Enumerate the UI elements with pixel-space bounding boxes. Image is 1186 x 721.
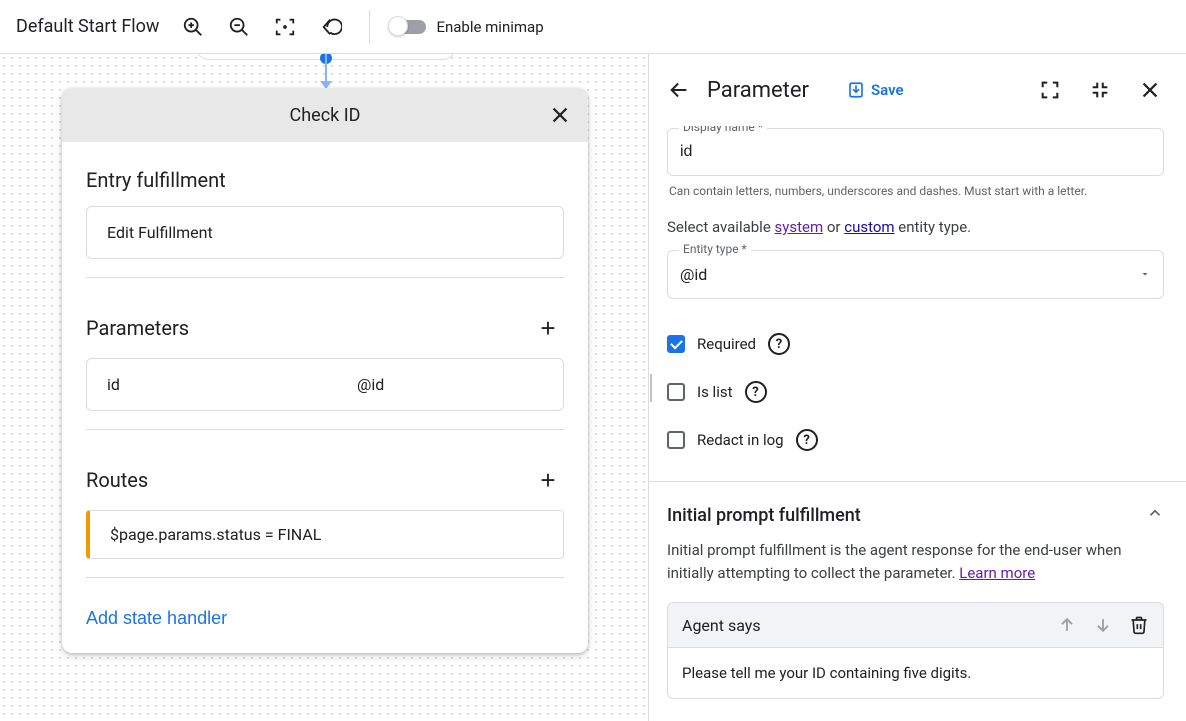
chevron-up-icon — [1146, 504, 1164, 527]
custom-entity-link[interactable]: custom — [844, 218, 894, 236]
exit-fullscreen-icon[interactable] — [1082, 72, 1118, 108]
required-checkbox[interactable] — [667, 335, 685, 353]
parameter-panel: Parameter Save Display name * — [648, 54, 1186, 721]
zoom-out-icon[interactable] — [221, 9, 257, 45]
panel-header: Parameter Save — [649, 54, 1186, 126]
route-expression: $page.params.status = FINAL — [110, 525, 321, 544]
panel-body: Display name * Can contain letters, numb… — [649, 126, 1186, 721]
flow-title: Default Start Flow — [16, 16, 159, 37]
help-icon[interactable]: ? — [796, 429, 818, 451]
islist-label: Is list — [697, 383, 733, 401]
islist-checkbox[interactable] — [667, 383, 685, 401]
close-panel-icon[interactable] — [1132, 72, 1168, 108]
toolbar-divider — [369, 10, 370, 44]
move-down-icon[interactable] — [1093, 615, 1113, 635]
ipf-collapser[interactable]: Initial prompt fulfillment — [667, 482, 1164, 539]
display-name-label: Display name * — [679, 126, 767, 134]
section-title-entry: Entry fulfillment — [86, 168, 226, 192]
top-toolbar: Default Start Flow Enable minimap — [0, 0, 1186, 54]
display-name-hint: Can contain letters, numbers, underscore… — [669, 184, 1162, 198]
agent-says-label: Agent says — [682, 616, 761, 635]
edit-fulfillment-row[interactable]: Edit Fulfillment — [86, 206, 564, 259]
node-title: Check ID — [290, 105, 361, 126]
fullscreen-icon[interactable] — [1032, 72, 1068, 108]
divider — [86, 577, 564, 578]
panel-title: Parameter — [707, 78, 809, 103]
system-entity-link[interactable]: system — [775, 218, 824, 236]
fit-view-icon[interactable] — [267, 9, 303, 45]
ipf-description: Initial prompt fulfillment is the agent … — [667, 539, 1164, 584]
redact-label: Redact in log — [697, 431, 784, 449]
section-routes: Routes + $page.params.status = FINAL — [62, 438, 588, 586]
display-name-field-wrap: Display name * — [667, 128, 1164, 176]
save-label: Save — [871, 81, 904, 99]
close-icon[interactable] — [542, 97, 578, 133]
agent-says-text[interactable]: Please tell me your ID containing five d… — [668, 648, 1163, 698]
parameter-type: @id — [357, 375, 384, 394]
minimap-label: Enable minimap — [436, 18, 543, 36]
workspace: Check ID Entry fulfillment Edit Fulfillm… — [0, 54, 1186, 721]
back-arrow-icon[interactable] — [665, 76, 693, 104]
divider — [86, 429, 564, 430]
move-up-icon[interactable] — [1057, 615, 1077, 635]
agent-says-header: Agent says — [668, 603, 1163, 648]
required-row: Required ? — [667, 333, 1164, 355]
section-entry-fulfillment: Entry fulfillment Edit Fulfillment — [62, 142, 588, 286]
islist-row: Is list ? — [667, 381, 1164, 403]
node-header: Check ID — [62, 88, 588, 142]
entity-type-sentence: Select available system or custom entity… — [667, 218, 1164, 236]
reset-view-icon[interactable] — [313, 9, 349, 45]
section-title-routes: Routes — [86, 468, 148, 492]
node-card-check-id: Check ID Entry fulfillment Edit Fulfillm… — [62, 88, 588, 653]
parameter-name: id — [107, 375, 317, 394]
trash-icon[interactable] — [1129, 615, 1149, 635]
flow-canvas[interactable]: Check ID Entry fulfillment Edit Fulfillm… — [0, 54, 648, 721]
learn-more-link[interactable]: Learn more — [959, 564, 1035, 582]
redact-checkbox[interactable] — [667, 431, 685, 449]
required-label: Required — [697, 335, 756, 353]
add-parameter-button[interactable]: + — [532, 312, 564, 344]
entity-type-select[interactable]: @id — [667, 250, 1164, 299]
entity-type-field-wrap: Entity type * @id — [667, 250, 1164, 299]
ipf-header: Initial prompt fulfillment — [667, 505, 861, 526]
edit-fulfillment-label: Edit Fulfillment — [107, 223, 213, 242]
section-parameters: Parameters + id @id — [62, 286, 588, 438]
minimap-toggle-group: Enable minimap — [390, 18, 543, 36]
help-icon[interactable]: ? — [745, 381, 767, 403]
save-icon — [847, 81, 865, 99]
add-state-handler-button[interactable]: Add state handler — [62, 586, 251, 653]
display-name-input[interactable] — [667, 128, 1164, 176]
parameter-row[interactable]: id @id — [86, 358, 564, 411]
divider — [86, 277, 564, 278]
entity-type-value: @id — [680, 265, 707, 284]
route-row[interactable]: $page.params.status = FINAL — [86, 510, 564, 559]
chevron-down-icon — [1139, 265, 1151, 284]
add-route-button[interactable]: + — [532, 464, 564, 496]
agent-says-card: Agent says Please tell me your ID cont — [667, 602, 1164, 699]
section-title-parameters: Parameters — [86, 316, 189, 340]
minimap-toggle[interactable] — [390, 20, 426, 34]
save-button[interactable]: Save — [847, 81, 904, 99]
panel-resize-handle[interactable] — [648, 54, 652, 721]
entity-type-label: Entity type * — [679, 242, 751, 256]
help-icon[interactable]: ? — [768, 333, 790, 355]
redact-row: Redact in log ? — [667, 429, 1164, 451]
zoom-in-icon[interactable] — [175, 9, 211, 45]
